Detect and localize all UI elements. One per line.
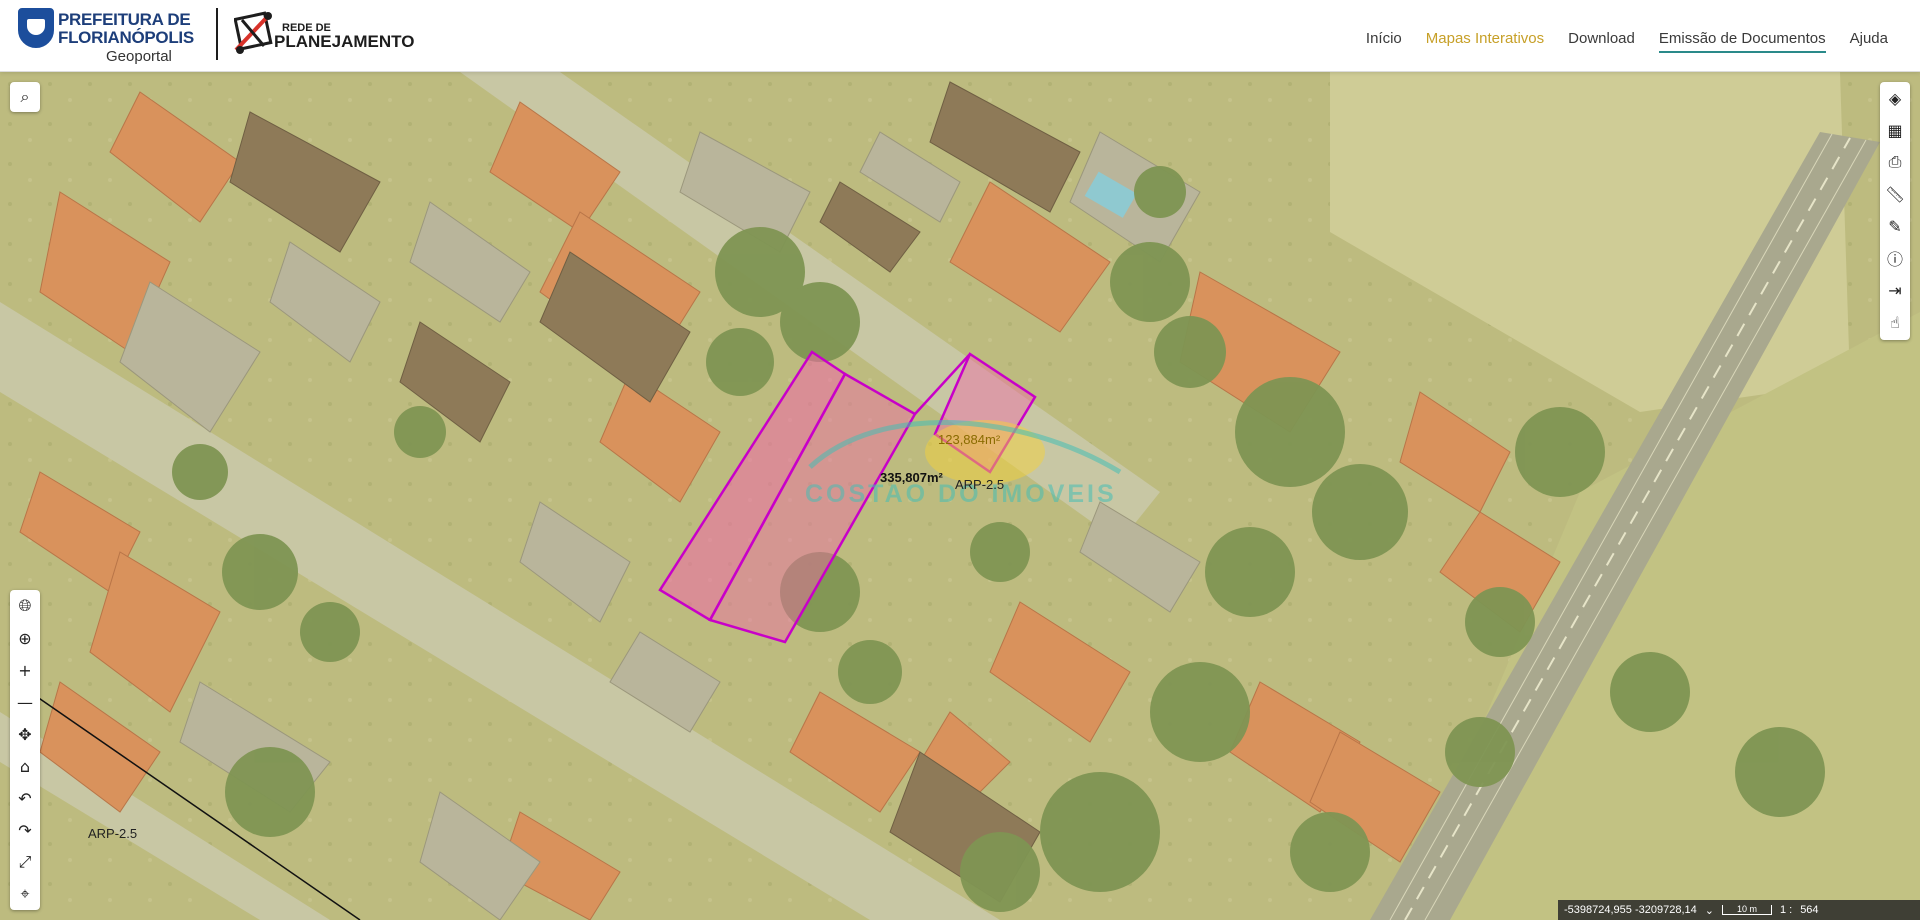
header-divider xyxy=(216,8,218,60)
zone-label-left: ARP-2.5 xyxy=(88,826,138,841)
scale-bar-label: 10 m xyxy=(1736,904,1757,914)
redo-icon: ↷ xyxy=(18,820,32,840)
print-icon: ⎙ xyxy=(1888,152,1902,171)
identify-button[interactable]: ☝ xyxy=(1880,306,1910,338)
chevron-down-icon[interactable]: ⌄ xyxy=(1705,904,1714,917)
rede-planejamento-icon xyxy=(234,11,273,54)
basemap-icon: ▦ xyxy=(1887,120,1903,140)
home-icon: ⌂ xyxy=(19,756,31,776)
export-button[interactable]: ⇥ xyxy=(1880,274,1910,306)
app-header: PREFEITURA DE FLORIANÓPOLIS Geoportal RE… xyxy=(0,0,1920,72)
print-button[interactable]: ⎙ xyxy=(1880,146,1910,178)
info-button[interactable]: ⓘ xyxy=(1880,242,1910,274)
pan-button[interactable]: ✥ xyxy=(10,718,40,750)
main-nav: Início Mapas Interativos Download Emissã… xyxy=(1366,30,1888,53)
map-statusbar: -5398724,955 -3209728,14 ⌄ 10 m 1 : 564 xyxy=(1558,900,1920,920)
nav-emissao-documentos[interactable]: Emissão de Documentos xyxy=(1658,30,1826,53)
coordinates-readout: -5398724,955 -3209728,14 xyxy=(1564,904,1697,916)
parcel-area-secondary-label: 123,884m² xyxy=(938,432,1001,447)
prefeitura-logo[interactable]: PREFEITURA DE FLORIANÓPOLIS Geoportal xyxy=(18,8,194,65)
zoom-icon: ⊕ xyxy=(18,628,32,648)
rede-line2: PLANEJAMENTO xyxy=(274,32,415,51)
export-icon: ⇥ xyxy=(1888,280,1902,300)
pencil-icon: ✎ xyxy=(1888,216,1902,236)
org-name-line1: PREFEITURA DE xyxy=(58,10,191,29)
crest-icon xyxy=(18,8,54,48)
plus-icon: + xyxy=(18,660,32,680)
nav-mapas-interativos[interactable]: Mapas Interativos xyxy=(1426,30,1544,53)
measure-button[interactable]: 📏︎ xyxy=(1880,178,1910,210)
globe-button[interactable]: 🌐︎ xyxy=(10,590,40,622)
scale-ratio-prefix: 1 : xyxy=(1779,904,1793,916)
layers-button[interactable]: ◈ xyxy=(1880,82,1910,114)
map-navigation-toolbar: 🌐︎ ⊕ + — ✥ ⌂ ↶ ↷ ⤢ ⌖ xyxy=(10,590,40,910)
search-icon: ⌕ xyxy=(20,87,30,106)
undo-icon: ↶ xyxy=(18,788,32,808)
scale-bar: 10 m xyxy=(1721,904,1772,915)
globe-icon: 🌐︎ xyxy=(18,596,32,615)
locate-icon: ⌖ xyxy=(20,884,30,903)
pan-icon: ✥ xyxy=(18,724,32,744)
scale-ratio-value[interactable]: 564 xyxy=(1800,904,1818,916)
nav-download[interactable]: Download xyxy=(1568,30,1635,53)
locate-button[interactable]: ⌖ xyxy=(10,878,40,910)
fullscreen-icon: ⤢ xyxy=(18,852,32,871)
hand-pointer-icon: ☝ xyxy=(1890,312,1900,332)
layers-icon: ◈ xyxy=(1888,88,1902,108)
nav-ajuda[interactable]: Ajuda xyxy=(1850,30,1888,53)
rede-planejamento-logo[interactable]: REDE DE PLANEJAMENTO xyxy=(234,8,434,64)
search-button[interactable]: ⌕ xyxy=(10,82,40,112)
nav-inicio[interactable]: Início xyxy=(1366,30,1402,53)
basemap-button[interactable]: ▦ xyxy=(1880,114,1910,146)
info-icon: ⓘ xyxy=(1886,250,1903,269)
home-button[interactable]: ⌂ xyxy=(10,750,40,782)
map-canvas[interactable]: COSTAO DO IMOVEIS 335,807m² 123,884m² AR… xyxy=(0,72,1920,920)
map-tools-toolbar: ◈ ▦ ⎙ 📏︎ ✎ ⓘ ⇥ ☝ xyxy=(1880,82,1910,340)
undo-button[interactable]: ↶ xyxy=(10,782,40,814)
ruler-icon: 📏︎ xyxy=(1884,184,1906,204)
zoom-box-button[interactable]: ⊕ xyxy=(10,622,40,654)
portal-name: Geoportal xyxy=(106,48,172,65)
zoom-in-button[interactable]: + xyxy=(10,654,40,686)
minus-icon: — xyxy=(17,692,33,712)
zone-label-center: ARP-2.5 xyxy=(955,477,1005,492)
draw-button[interactable]: ✎ xyxy=(1880,210,1910,242)
org-name-line2: FLORIANÓPOLIS xyxy=(58,28,194,47)
fullscreen-button[interactable]: ⤢ xyxy=(10,846,40,878)
redo-button[interactable]: ↷ xyxy=(10,814,40,846)
zoom-out-button[interactable]: — xyxy=(10,686,40,718)
parcel-area-main-label: 335,807m² xyxy=(880,470,943,485)
